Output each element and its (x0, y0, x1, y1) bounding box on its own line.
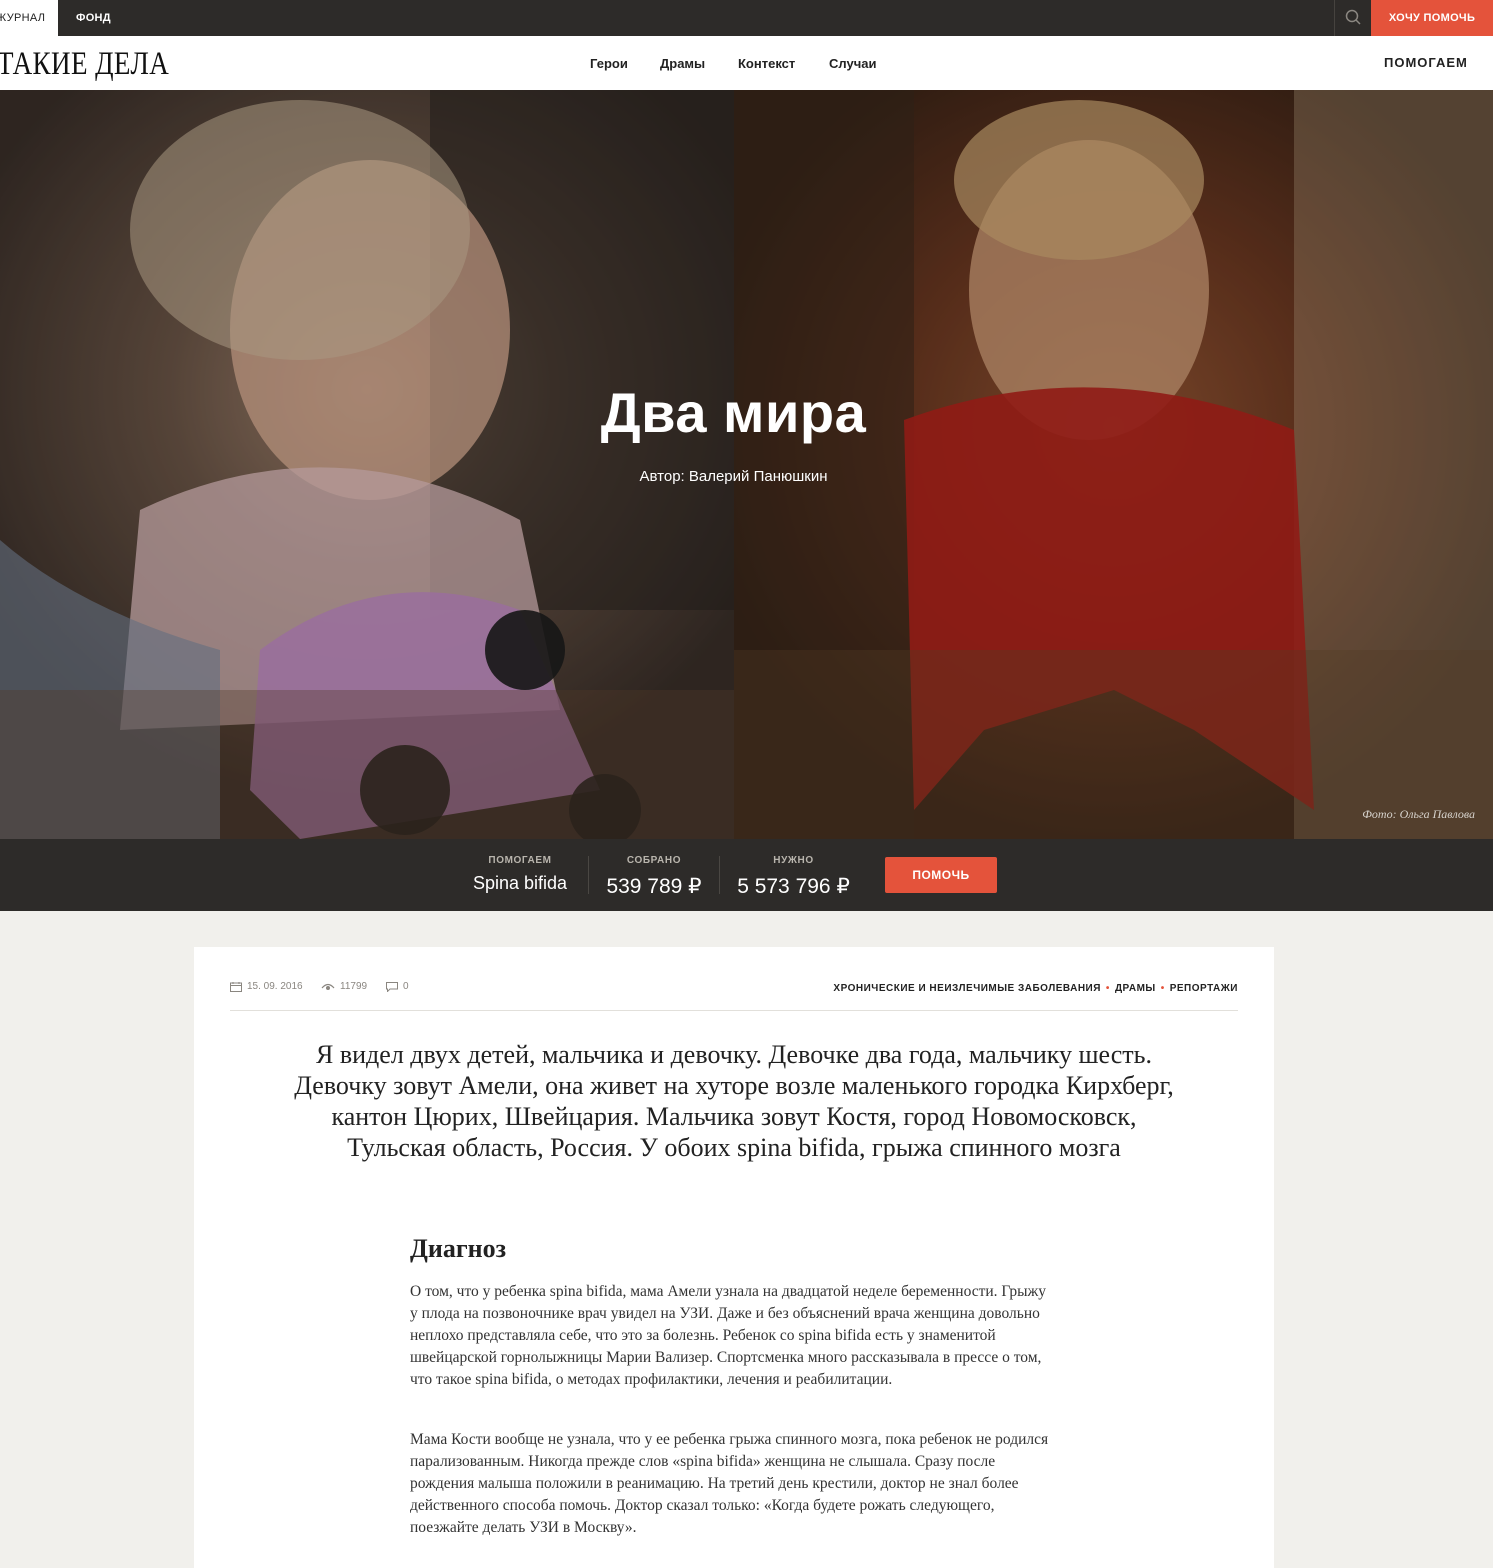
tag-separator: • (1105, 983, 1110, 994)
want-to-help-button[interactable]: ХОЧУ ПОМОЧЬ (1371, 0, 1493, 36)
meta-divider (230, 1010, 1238, 1011)
search-button[interactable] (1334, 0, 1372, 36)
tag-chronic[interactable]: ХРОНИЧЕСКИЕ И НЕИЗЛЕЧИМЫЕ ЗАБОЛЕВАНИЯ (833, 983, 1101, 994)
article-paragraph-1: О том, что у ребенка spina bifida, мама … (410, 1283, 1047, 1388)
article-author[interactable]: Автор: Валерий Панюшкин (0, 468, 1467, 485)
article-date: 15. 09. 2016 (230, 981, 303, 992)
comment-icon (386, 981, 398, 992)
tag-reports[interactable]: РЕПОРТАЖИ (1170, 983, 1238, 994)
article-title: Два мира (600, 381, 867, 444)
hero-overlay (0, 90, 1493, 839)
donation-bar: ПОМОГАЕМ Spina bifida СОБРАНО 539 789 ₽ … (0, 839, 1493, 911)
hero-section: Два мира Автор: Валерий Панюшкин Фото: О… (0, 90, 1493, 839)
tag-dramas[interactable]: ДРАМЫ (1115, 983, 1156, 994)
donation-raised-label: СОБРАНО (626, 855, 682, 866)
donation-cause-label: ПОМОГАЕМ (488, 855, 552, 866)
article-comments-count: 0 (403, 981, 409, 992)
donation-raised: СОБРАНО 539 789 ₽ (588, 855, 719, 898)
eye-icon (321, 983, 335, 990)
donate-button[interactable]: ПОМОЧЬ (885, 857, 997, 893)
site-header: ТАКИЕ ДЕЛА Герои Драмы Контекст Случаи П… (0, 36, 1493, 90)
donation-needed-value: 5 573 796 ₽ (737, 875, 850, 898)
nav-item-context[interactable]: Контекст (738, 36, 795, 90)
search-icon (1345, 9, 1361, 25)
donation-cause: ПОМОГАЕМ Spina bifida (452, 839, 588, 911)
top-bar: ЖУРНАЛ ФОНД ХОЧУ ПОМОЧЬ (0, 0, 1493, 36)
nav-help-link[interactable]: ПОМОГАЕМ (1384, 36, 1468, 90)
article-views: 11799 (321, 981, 367, 992)
tab-fund[interactable]: ФОНД (76, 0, 111, 36)
article-views-count: 11799 (340, 981, 368, 992)
nav-item-heroes[interactable]: Герои (590, 36, 628, 90)
donation-cause-value: Spina bifida (472, 873, 568, 893)
nav-item-cases[interactable]: Случаи (829, 36, 876, 90)
tab-journal[interactable]: ЖУРНАЛ (0, 0, 58, 36)
article-body: 15. 09. 2016 11799 0 ХРОНИЧЕСКИЕ И НЕИЗЛ… (194, 947, 1274, 1568)
donation-needed-label: НУЖНО (773, 855, 814, 866)
calendar-icon (230, 981, 242, 992)
nav-item-dramas[interactable]: Драмы (660, 36, 705, 90)
article-date-text: 15. 09. 2016 (247, 981, 303, 992)
article-tags: ХРОНИЧЕСКИЕ И НЕИЗЛЕЧИМЫЕ ЗАБОЛЕВАНИЯ • ДР… (833, 983, 1238, 994)
article-lead: Я видел двух детей, мальчика и девочку. … (294, 1040, 1174, 1162)
section-title: Диагноз (410, 1234, 507, 1263)
article-comments[interactable]: 0 (386, 981, 409, 992)
donation-raised-value: 539 789 ₽ (606, 875, 702, 898)
photo-credit: Фото: Ольга Павлова (1362, 807, 1475, 821)
article-paragraph-2: Мама Кости вообще не узнала, что у ее ре… (410, 1431, 1049, 1536)
tag-separator: • (1160, 983, 1165, 994)
site-logo[interactable]: ТАКИЕ ДЕЛА (0, 46, 169, 83)
donation-needed: НУЖНО 5 573 796 ₽ (719, 855, 867, 898)
